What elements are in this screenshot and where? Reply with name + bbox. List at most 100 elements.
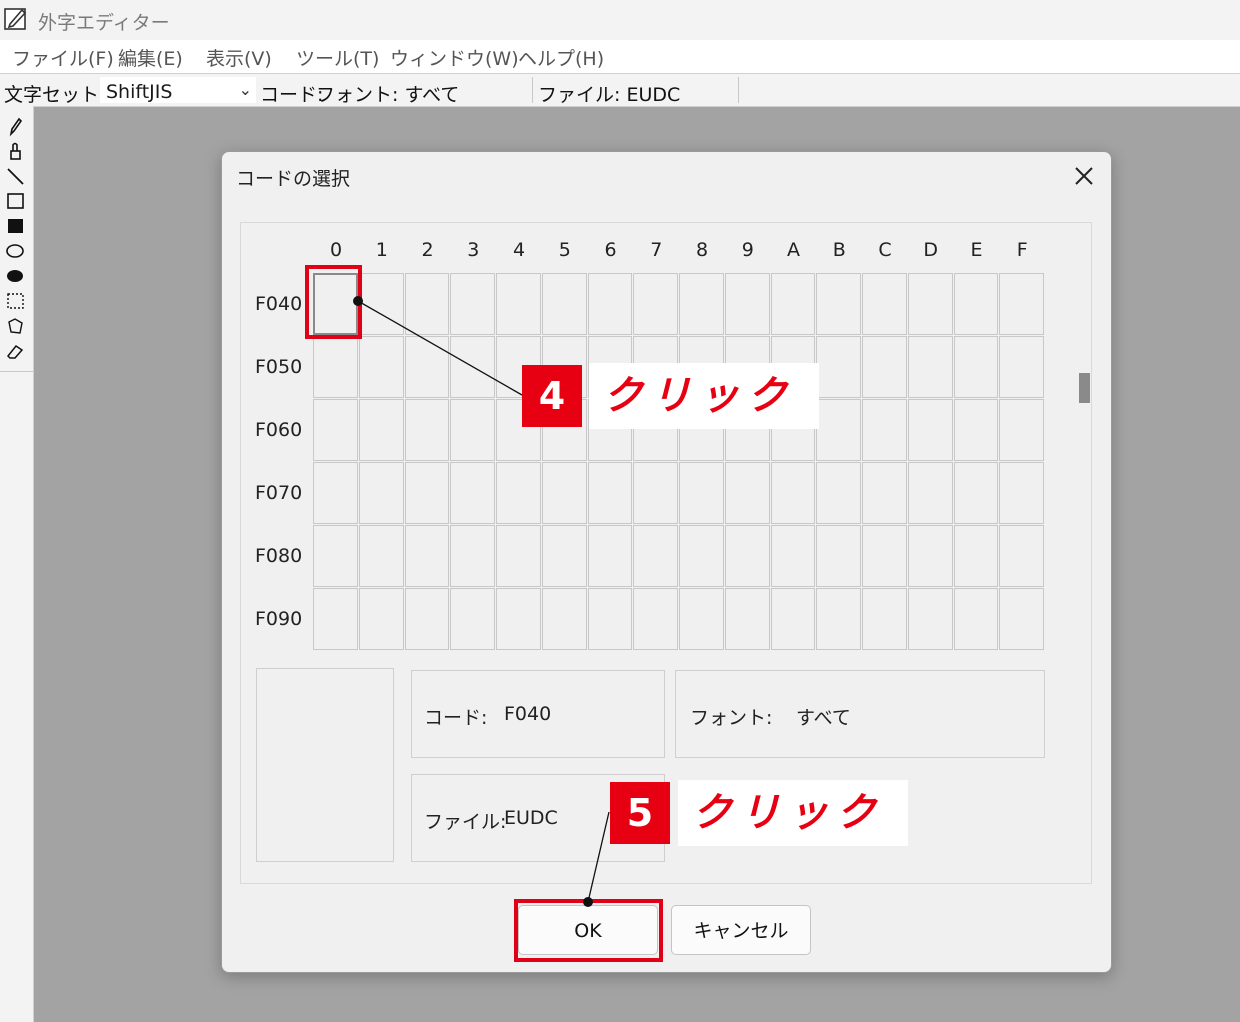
code-cell[interactable] [313, 399, 358, 461]
code-cell[interactable] [999, 336, 1044, 398]
code-cell[interactable] [404, 525, 450, 587]
code-cell[interactable] [633, 525, 678, 587]
code-cell[interactable] [816, 462, 861, 524]
code-cell[interactable] [313, 588, 358, 650]
rect-select-icon[interactable] [3, 289, 27, 313]
line-icon[interactable] [3, 164, 27, 188]
code-cell[interactable] [541, 273, 587, 335]
code-cell[interactable] [587, 273, 633, 335]
code-cell[interactable] [907, 399, 953, 461]
close-icon[interactable] [1066, 158, 1102, 194]
code-cell[interactable] [999, 588, 1044, 650]
code-cell[interactable] [404, 336, 450, 398]
code-cell[interactable] [770, 273, 816, 335]
code-cell[interactable] [633, 273, 678, 335]
menu-file[interactable]: ファイル(F) [12, 44, 114, 71]
code-cell[interactable] [907, 336, 953, 398]
code-cell[interactable] [587, 588, 633, 650]
menu-window[interactable]: ウィンドウ(W) [390, 44, 519, 71]
ellipse-icon[interactable] [3, 239, 27, 263]
code-cell[interactable] [724, 588, 770, 650]
code-cell[interactable] [862, 525, 907, 587]
scrollbar-thumb[interactable] [1079, 373, 1090, 403]
code-cell[interactable] [999, 525, 1044, 587]
code-cell[interactable] [450, 273, 495, 335]
code-cell[interactable] [496, 273, 541, 335]
eraser-icon[interactable] [3, 339, 27, 363]
charset-select[interactable]: ShiftJIS ⌄ [100, 77, 256, 103]
code-cell[interactable] [450, 336, 495, 398]
code-cell[interactable] [862, 462, 907, 524]
code-cell[interactable] [358, 336, 404, 398]
code-cell[interactable] [541, 462, 587, 524]
code-cell[interactable] [358, 399, 404, 461]
code-cell[interactable] [816, 273, 861, 335]
code-cell[interactable] [358, 525, 404, 587]
code-cell[interactable] [679, 462, 724, 524]
code-cell[interactable] [496, 525, 541, 587]
code-cell[interactable] [999, 273, 1044, 335]
brush-icon[interactable] [3, 139, 27, 163]
code-cell[interactable] [999, 399, 1044, 461]
code-cell[interactable] [313, 462, 358, 524]
code-cell[interactable] [953, 273, 999, 335]
code-cell[interactable] [862, 588, 907, 650]
code-cell[interactable] [999, 462, 1044, 524]
code-cell[interactable] [724, 525, 770, 587]
code-cell[interactable] [816, 336, 861, 398]
code-cell[interactable] [313, 525, 358, 587]
code-cell[interactable] [358, 588, 404, 650]
code-cell[interactable] [358, 273, 404, 335]
code-cell[interactable] [953, 336, 999, 398]
code-cell[interactable] [496, 462, 541, 524]
code-cell[interactable] [953, 462, 999, 524]
code-cell[interactable] [862, 399, 907, 461]
code-cell[interactable] [633, 462, 678, 524]
code-cell[interactable] [816, 525, 861, 587]
code-cell[interactable] [862, 336, 907, 398]
code-cell[interactable] [450, 462, 495, 524]
code-cell[interactable] [404, 462, 450, 524]
code-cell[interactable] [816, 399, 861, 461]
code-cell[interactable] [587, 525, 633, 587]
code-cell[interactable] [496, 588, 541, 650]
filled-ellipse-icon[interactable] [3, 264, 27, 288]
code-cell[interactable] [404, 273, 450, 335]
code-cell[interactable] [907, 273, 953, 335]
code-cell[interactable] [541, 525, 587, 587]
code-cell[interactable] [953, 525, 999, 587]
code-cell[interactable] [770, 462, 816, 524]
menu-tools[interactable]: ツール(T) [296, 44, 379, 71]
code-cell[interactable] [724, 273, 770, 335]
code-cell[interactable] [953, 399, 999, 461]
code-cell[interactable] [679, 588, 724, 650]
code-cell[interactable] [816, 588, 861, 650]
cancel-button[interactable]: キャンセル [671, 905, 811, 955]
code-cell[interactable] [404, 588, 450, 650]
code-cell[interactable] [633, 588, 678, 650]
code-cell[interactable] [450, 588, 495, 650]
code-cell[interactable] [679, 525, 724, 587]
code-cell[interactable] [770, 525, 816, 587]
code-cell[interactable] [313, 336, 358, 398]
code-cell[interactable] [953, 588, 999, 650]
code-cell[interactable] [679, 273, 724, 335]
code-cell[interactable] [450, 399, 495, 461]
rectangle-icon[interactable] [3, 189, 27, 213]
menu-edit[interactable]: 編集(E) [118, 44, 183, 71]
code-cell[interactable] [404, 399, 450, 461]
code-cell[interactable] [541, 588, 587, 650]
code-cell[interactable] [907, 462, 953, 524]
code-cell[interactable] [770, 588, 816, 650]
pencil-icon[interactable] [3, 114, 27, 138]
code-cell[interactable] [862, 273, 907, 335]
code-cell[interactable] [724, 462, 770, 524]
freeform-select-icon[interactable] [3, 314, 27, 338]
code-cell[interactable] [358, 462, 404, 524]
menu-help[interactable]: ヘルプ(H) [518, 44, 604, 71]
code-cell[interactable] [907, 588, 953, 650]
code-cell[interactable] [450, 525, 495, 587]
filled-rectangle-icon[interactable] [3, 214, 27, 238]
code-cell[interactable] [587, 462, 633, 524]
code-cell[interactable] [907, 525, 953, 587]
